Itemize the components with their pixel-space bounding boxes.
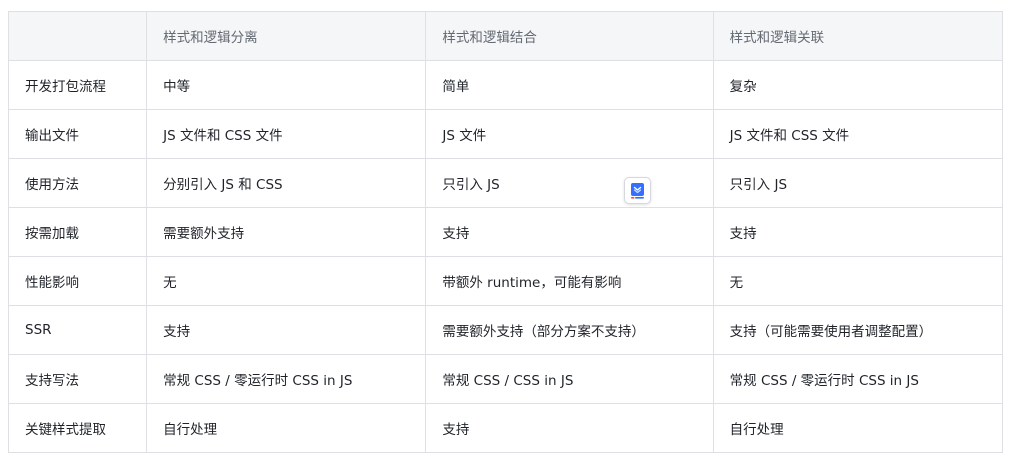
table-row: 输出文件 JS 文件和 CSS 文件 JS 文件 JS 文件和 CSS 文件 bbox=[7, 109, 1004, 159]
header-cell-corner bbox=[7, 11, 148, 61]
table-cell: JS 文件 bbox=[425, 109, 714, 159]
table-cell: 常规 CSS / CSS in JS bbox=[425, 354, 714, 404]
row-label: 输出文件 bbox=[7, 109, 148, 159]
table-cell: 复杂 bbox=[712, 60, 1004, 110]
table-cell: 简单 bbox=[425, 60, 714, 110]
row-label: 关键样式提取 bbox=[7, 403, 148, 453]
table-cell: 常规 CSS / 零运行时 CSS in JS bbox=[146, 354, 427, 404]
header-cell-associated: 样式和逻辑关联 bbox=[712, 11, 1004, 61]
table-cell: 自行处理 bbox=[712, 403, 1004, 453]
table-cell: JS 文件和 CSS 文件 bbox=[712, 109, 1004, 159]
table-row: 开发打包流程 中等 简单 复杂 bbox=[7, 60, 1004, 110]
row-label: 支持写法 bbox=[7, 354, 148, 404]
table-cell: 支持 bbox=[712, 207, 1004, 257]
table-cell: 需要额外支持 bbox=[146, 207, 427, 257]
table-cell: 支持 bbox=[146, 305, 427, 355]
document-app-icon bbox=[631, 183, 644, 199]
table-cell: 只引入 JS bbox=[712, 158, 1004, 208]
floating-app-button[interactable] bbox=[624, 177, 651, 204]
table-cell: 无 bbox=[712, 256, 1004, 306]
table-cell: 只引入 JS bbox=[425, 158, 714, 208]
table-cell: 支持（可能需要使用者调整配置） bbox=[712, 305, 1004, 355]
row-label: 开发打包流程 bbox=[7, 60, 148, 110]
comparison-table: 样式和逻辑分离 样式和逻辑结合 样式和逻辑关联 开发打包流程 中等 简单 复杂 … bbox=[7, 11, 1004, 453]
row-label: 使用方法 bbox=[7, 158, 148, 208]
table-cell: 支持 bbox=[425, 403, 714, 453]
table-row: 使用方法 分别引入 JS 和 CSS 只引入 JS 只引入 JS bbox=[7, 158, 1004, 208]
table-cell: 中等 bbox=[146, 60, 427, 110]
table-row: SSR 支持 需要额外支持（部分方案不支持） 支持（可能需要使用者调整配置） bbox=[7, 305, 1004, 355]
row-label: SSR bbox=[7, 305, 148, 355]
header-row: 样式和逻辑分离 样式和逻辑结合 样式和逻辑关联 bbox=[7, 11, 1004, 61]
row-label: 按需加载 bbox=[7, 207, 148, 257]
table-cell: JS 文件和 CSS 文件 bbox=[146, 109, 427, 159]
table-row: 性能影响 无 带额外 runtime，可能有影响 无 bbox=[7, 256, 1004, 306]
table-row: 按需加载 需要额外支持 支持 支持 bbox=[7, 207, 1004, 257]
row-label: 性能影响 bbox=[7, 256, 148, 306]
header-cell-separated: 样式和逻辑分离 bbox=[146, 11, 427, 61]
table-cell: 无 bbox=[146, 256, 427, 306]
table-cell: 需要额外支持（部分方案不支持） bbox=[425, 305, 714, 355]
table-cell: 分别引入 JS 和 CSS bbox=[146, 158, 427, 208]
table-cell: 常规 CSS / 零运行时 CSS in JS bbox=[712, 354, 1004, 404]
header-cell-combined: 样式和逻辑结合 bbox=[425, 11, 714, 61]
table-row: 支持写法 常规 CSS / 零运行时 CSS in JS 常规 CSS / CS… bbox=[7, 354, 1004, 404]
table-cell: 自行处理 bbox=[146, 403, 427, 453]
table-row: 关键样式提取 自行处理 支持 自行处理 bbox=[7, 403, 1004, 453]
table-cell: 带额外 runtime，可能有影响 bbox=[425, 256, 714, 306]
table-cell: 支持 bbox=[425, 207, 714, 257]
table-body: 样式和逻辑分离 样式和逻辑结合 样式和逻辑关联 开发打包流程 中等 简单 复杂 … bbox=[7, 11, 1004, 453]
